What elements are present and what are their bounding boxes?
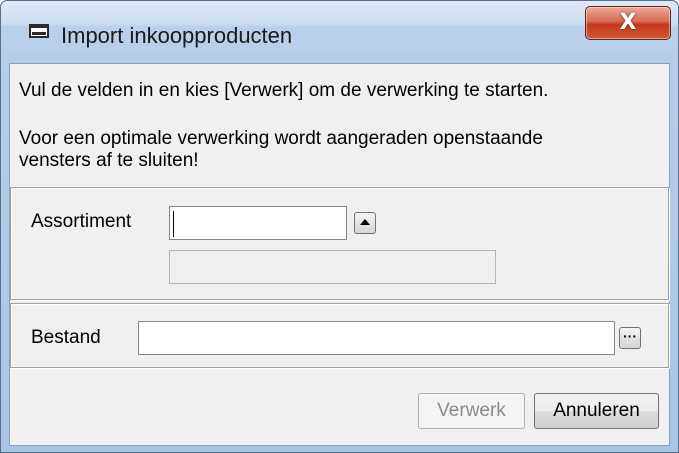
text-caret bbox=[173, 211, 174, 237]
bestand-group: Bestand ··· bbox=[10, 303, 669, 368]
dialog-window: Import inkoopproducten X Vul de velden i… bbox=[0, 0, 679, 453]
intro-text-line-2: Voor een optimale verwerking wordt aange… bbox=[19, 128, 543, 149]
triangle-up-icon bbox=[360, 219, 370, 225]
bestand-label: Bestand bbox=[31, 327, 101, 348]
bestand-input[interactable] bbox=[138, 321, 615, 355]
intro-text-line-1: Vul de velden in en kies [Verwerk] om de… bbox=[19, 80, 549, 101]
assortiment-description-field bbox=[169, 250, 496, 284]
annuleren-button[interactable]: Annuleren bbox=[534, 393, 659, 429]
dialog-window-icon bbox=[29, 24, 49, 38]
close-icon: X bbox=[619, 10, 637, 35]
window-title: Import inkoopproducten bbox=[61, 23, 293, 48]
dialog-content: Vul de velden in en kies [Verwerk] om de… bbox=[9, 63, 670, 446]
bestand-browse-button[interactable]: ··· bbox=[619, 327, 641, 349]
intro-text-line-3: vensters af te sluiten! bbox=[19, 150, 199, 171]
assortiment-lookup-button[interactable] bbox=[354, 212, 376, 234]
title-bar[interactable]: Import inkoopproducten X bbox=[1, 1, 678, 53]
verwerk-button[interactable]: Verwerk bbox=[418, 393, 525, 429]
ellipsis-icon: ··· bbox=[623, 328, 637, 344]
assortiment-input[interactable] bbox=[169, 206, 347, 240]
assortiment-group: Assortiment bbox=[10, 187, 669, 300]
assortiment-label: Assortiment bbox=[31, 211, 132, 232]
close-button[interactable]: X bbox=[585, 6, 671, 40]
